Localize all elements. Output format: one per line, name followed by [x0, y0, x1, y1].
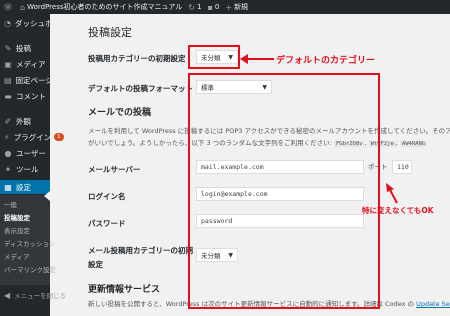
comment-icon: ▬: [4, 91, 12, 101]
sidebar-item-label: 固定ページ: [15, 75, 53, 85]
sidebar-item-label: 投稿: [16, 43, 31, 53]
pin-icon: ✎: [4, 43, 12, 53]
collapse-icon: ◀: [4, 290, 11, 300]
sidebar-item-label: プラグイン: [13, 132, 52, 142]
admin-sidebar: ◔ ダッシュボード ✎ 投稿 ▣ メディア ▤ 固定ページ ▬ コメント ✐ 外観 ⚡ プラグ…: [0, 14, 67, 316]
submenu-item-general[interactable]: 一般: [4, 199, 17, 209]
submenu-item-reading[interactable]: 表示設定: [4, 225, 30, 235]
password-label: パスワード: [88, 219, 126, 228]
sidebar-item-label: コメント: [16, 91, 46, 101]
wrench-icon: ✦: [4, 164, 12, 174]
comments-count: 0: [214, 3, 220, 11]
update-services-link[interactable]: Update Services: [416, 300, 450, 308]
sidebar-item-dashboard[interactable]: ◔ ダッシュボード: [0, 16, 67, 30]
mail-category-label: メール投稿用カテゴリーの初期 設定: [88, 245, 193, 270]
comment-bubble-icon: ▪: [207, 2, 213, 12]
site-name-link[interactable]: ⌂ WordPress初心者のためのサイト作成マニュアル: [20, 2, 182, 12]
sidebar-item-users[interactable]: ● ユーザー: [0, 146, 50, 160]
annotation-no-change: 特に変えなくてもOK: [362, 206, 434, 215]
port-input[interactable]: 110: [392, 160, 412, 174]
updates-link[interactable]: ↻ 1: [188, 3, 201, 12]
collapse-menu-button[interactable]: ◀ メニューを閉じる: [0, 288, 66, 302]
annotation-box-default-category: [188, 45, 240, 69]
update-services-heading: 更新情報サービス: [88, 285, 161, 295]
user-icon: ●: [4, 148, 12, 158]
page-title: 投稿設定: [88, 26, 132, 39]
comments-link[interactable]: ▪ 0: [207, 3, 219, 12]
wordpress-logo-icon: Ⓦ: [4, 2, 12, 12]
sidebar-item-label: ツール: [16, 164, 39, 174]
new-label: 新規: [234, 3, 249, 11]
sidebar-item-posts[interactable]: ✎ 投稿: [0, 41, 50, 55]
submenu-item-permalinks[interactable]: パーマリンク設定: [4, 264, 56, 274]
brush-icon: ✐: [4, 116, 12, 126]
sidebar-item-appearance[interactable]: ✐ 外観: [0, 114, 50, 128]
settings-icon: ▦: [4, 182, 12, 192]
new-content-link[interactable]: + 新規: [225, 2, 248, 12]
wp-logo-menu[interactable]: Ⓦ: [4, 2, 14, 13]
updates-count: 1: [197, 3, 202, 11]
post-via-email-heading: メールでの投稿: [88, 108, 152, 118]
annotation-default-category: デフォルトのカテゴリー: [276, 56, 376, 66]
annotation-arrow-left: [240, 54, 274, 64]
page-icon: ▤: [4, 75, 12, 85]
mail-server-label: メールサーバー: [88, 165, 141, 174]
sidebar-item-label: 外観: [16, 116, 31, 126]
home-icon: ⌂: [20, 2, 26, 12]
default-format-label: デフォルトの投稿フォーマット: [88, 84, 193, 93]
sidebar-item-label: 設定: [16, 182, 31, 192]
mail-category-label-line2: 設定: [88, 260, 103, 269]
sidebar-item-plugins[interactable]: ⚡ プラグイン 1: [0, 130, 64, 144]
site-title: WordPress初心者のためのサイト作成マニュアル: [27, 3, 183, 11]
sidebar-item-settings[interactable]: ▦ 設定: [0, 180, 50, 194]
plugin-icon: ⚡: [4, 132, 10, 142]
login-name-label: ログイン名: [88, 192, 126, 201]
plus-icon: +: [225, 2, 233, 12]
sidebar-item-label: ユーザー: [16, 148, 46, 158]
refresh-icon: ↻: [188, 2, 195, 12]
dashboard-icon: ◔: [4, 18, 11, 28]
media-icon: ▣: [4, 59, 12, 69]
random-string-3: AW4RANG: [399, 141, 428, 147]
submenu-item-writing[interactable]: 投稿設定: [4, 212, 30, 222]
default-category-label: 投稿用カテゴリーの初期設定: [88, 54, 186, 63]
sidebar-item-media[interactable]: ▣ メディア: [0, 57, 50, 71]
submenu-item-discussion[interactable]: ディスカッション: [4, 238, 56, 248]
settings-submenu: 一般 投稿設定 表示設定 ディスカッション メディア パーマリンク設定: [0, 195, 56, 285]
sidebar-item-pages[interactable]: ▤ 固定ページ: [0, 73, 53, 87]
sidebar-item-label: メディア: [16, 59, 46, 69]
submenu-item-media[interactable]: メディア: [4, 251, 30, 261]
mail-category-label-line1: メール投稿用カテゴリーの初期: [88, 246, 193, 255]
sidebar-item-comments[interactable]: ▬ コメント: [0, 89, 50, 103]
admin-bar: Ⓦ ⌂ WordPress初心者のためのサイト作成マニュアル ↻ 1 ▪ 0 + 新規: [0, 0, 450, 14]
annotation-box-no-change: [188, 73, 380, 309]
annotation-arrow-up: [386, 183, 398, 204]
sidebar-item-tools[interactable]: ✦ ツール: [0, 162, 50, 176]
